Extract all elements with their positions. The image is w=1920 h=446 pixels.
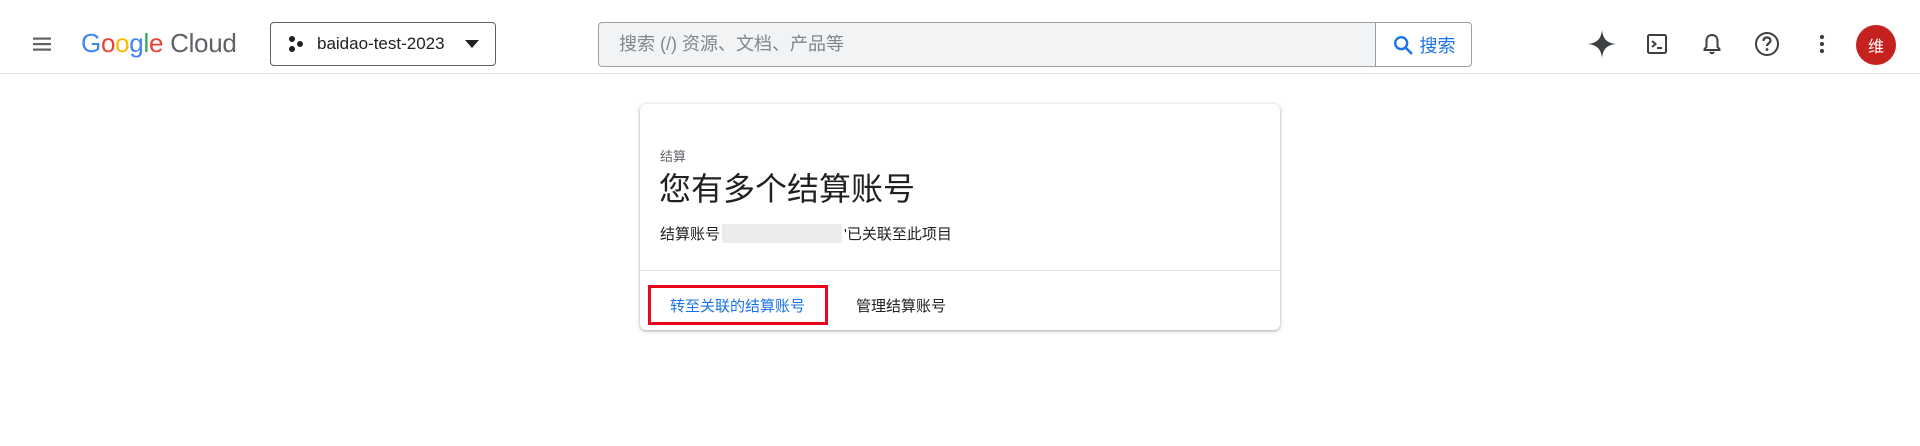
search-icon	[1393, 35, 1413, 55]
go-to-linked-billing-account-button[interactable]: 转至关联的结算账号	[670, 295, 805, 316]
logo-letter: e	[148, 28, 164, 58]
gemini-sparkle-icon[interactable]	[1580, 22, 1624, 66]
logo-letter: o	[115, 28, 130, 58]
project-dots-icon	[289, 36, 303, 52]
logo-letter: g	[129, 28, 144, 58]
more-vert-icon[interactable]	[1800, 22, 1844, 66]
logo-letter: G	[81, 28, 101, 58]
card-title: 您有多个结算账号	[659, 171, 916, 207]
redacted-billing-id	[722, 224, 843, 243]
help-icon[interactable]	[1745, 22, 1789, 66]
avatar-initial: 维	[1867, 39, 1884, 56]
card-description: 结算账号 '已关联至此项目	[660, 223, 952, 244]
card-eyebrow: 结算	[660, 149, 687, 164]
manage-billing-accounts-button[interactable]: 管理结算账号	[856, 295, 946, 316]
search-button[interactable]: 搜索	[1375, 23, 1471, 66]
search-button-label: 搜索	[1419, 35, 1456, 56]
notifications-bell-icon[interactable]	[1690, 22, 1734, 66]
project-name: baidao-test-2023	[317, 34, 445, 53]
search-bar: 搜索	[598, 22, 1472, 67]
billing-card: 结算 您有多个结算账号 结算账号 '已关联至此项目 转至关联的结算账号 管理结算…	[640, 104, 1280, 330]
project-picker-button[interactable]: baidao-test-2023	[270, 22, 496, 66]
search-input[interactable]	[599, 23, 1375, 66]
desc-prefix: 结算账号	[660, 226, 721, 243]
google-cloud-logo[interactable]: Google Cloud	[81, 28, 237, 60]
card-actions: 转至关联的结算账号 管理结算账号	[640, 271, 1280, 330]
desc-suffix: '已关联至此项目	[844, 226, 952, 243]
cloud-shell-icon[interactable]	[1635, 22, 1679, 66]
logo-letter: o	[100, 28, 116, 58]
account-avatar[interactable]: 维	[1856, 25, 1896, 65]
logo-product-name: Cloud	[170, 28, 237, 58]
top-app-bar: Google Cloud baidao-test-2023 搜索 (/) 资源、…	[0, 0, 1920, 74]
chevron-down-icon	[465, 40, 479, 48]
hamburger-menu-icon[interactable]	[20, 22, 64, 66]
